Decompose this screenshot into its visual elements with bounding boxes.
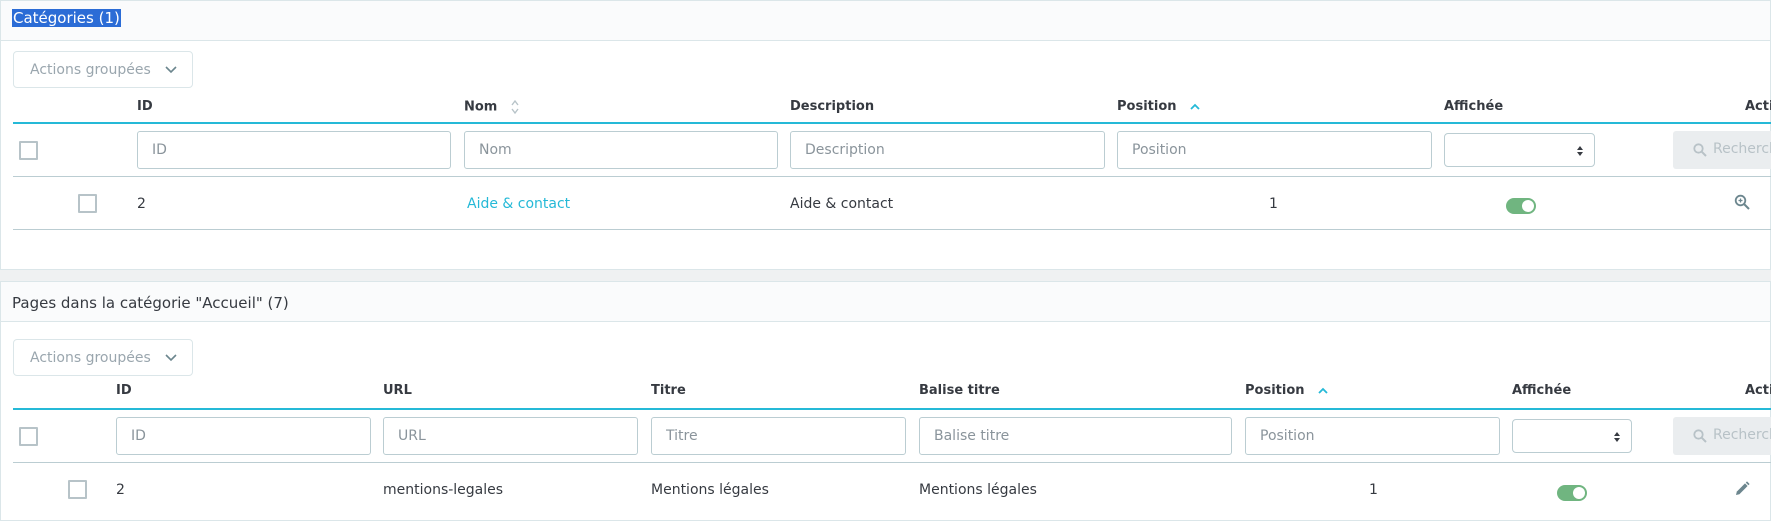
filter-search-button[interactable]: Recherch <box>1673 131 1771 169</box>
row-divider <box>13 462 1771 463</box>
filter-position-input[interactable] <box>1117 131 1432 169</box>
chevron-down-icon <box>165 354 177 362</box>
categories-card: Catégories (1) Actions groupées ID Nom D… <box>0 0 1771 270</box>
card-separator <box>0 270 1771 281</box>
sort-ascending-icon[interactable] <box>1189 102 1201 112</box>
row-displayed-toggle[interactable] <box>1506 198 1536 214</box>
bulk-actions-label: Actions groupées <box>30 62 151 78</box>
column-header-name[interactable]: Nom <box>464 99 520 115</box>
sort-ascending-icon[interactable] <box>1317 386 1329 396</box>
filter-url-input[interactable] <box>383 417 638 455</box>
pages-title: Pages dans la catégorie "Accueil" (7) <box>12 294 289 312</box>
bulk-actions-label: Actions groupées <box>30 350 151 366</box>
search-button-label: Recherch <box>1713 141 1771 157</box>
select-arrows-icon <box>1614 432 1620 442</box>
column-header-displayed[interactable]: Affichée <box>1512 383 1571 398</box>
row-url: mentions-legales <box>383 482 504 498</box>
categories-bulk-actions-button[interactable]: Actions groupées <box>13 51 193 88</box>
categories-title: Catégories (1) <box>12 9 121 27</box>
filter-displayed-select[interactable] <box>1444 133 1595 167</box>
row-id: 2 <box>116 482 125 498</box>
column-header-actions: Acti <box>1745 99 1771 114</box>
column-header-actions: Acti <box>1745 383 1771 398</box>
column-header-name-label: Nom <box>464 99 498 115</box>
select-all-checkbox[interactable] <box>19 427 38 446</box>
row-meta-title: Mentions légales <box>919 482 1037 498</box>
column-header-description[interactable]: Description <box>790 99 874 114</box>
row-name-link[interactable]: Aide & contact <box>467 196 570 212</box>
filter-displayed-select[interactable] <box>1512 419 1632 453</box>
pages-bulk-actions-button[interactable]: Actions groupées <box>13 339 193 376</box>
sort-icon[interactable] <box>510 99 520 115</box>
filter-search-button[interactable]: Recherch <box>1673 417 1771 455</box>
view-icon[interactable] <box>1734 194 1750 210</box>
select-all-checkbox[interactable] <box>19 141 38 160</box>
row-checkbox[interactable] <box>68 480 87 499</box>
row-id: 2 <box>137 196 146 212</box>
select-arrows-icon <box>1577 146 1583 156</box>
row-title: Mentions légales <box>651 482 769 498</box>
row-checkbox[interactable] <box>78 194 97 213</box>
pages-card: Pages dans la catégorie "Accueil" (7) Ac… <box>0 281 1771 521</box>
row-position[interactable]: 1 <box>1369 482 1378 498</box>
column-header-displayed[interactable]: Affichée <box>1444 99 1503 114</box>
row-position[interactable]: 1 <box>1269 196 1278 212</box>
column-header-id[interactable]: ID <box>137 99 153 114</box>
categories-card-header: Catégories (1) <box>1 1 1770 41</box>
search-button-label: Recherch <box>1713 427 1771 443</box>
chevron-down-icon <box>165 66 177 74</box>
edit-pencil-icon[interactable] <box>1734 481 1750 497</box>
filter-position-input[interactable] <box>1245 417 1500 455</box>
filter-name-input[interactable] <box>464 131 778 169</box>
filter-title-input[interactable] <box>651 417 906 455</box>
search-icon <box>1693 429 1707 443</box>
search-icon <box>1693 143 1707 157</box>
column-header-title[interactable]: Titre <box>651 383 686 398</box>
column-header-position-label: Position <box>1245 383 1305 398</box>
header-underline <box>13 122 1771 124</box>
pages-card-header: Pages dans la catégorie "Accueil" (7) <box>1 282 1770 322</box>
column-header-position[interactable]: Position <box>1245 383 1329 398</box>
header-underline <box>13 408 1771 410</box>
column-header-meta-title[interactable]: Balise titre <box>919 383 1000 398</box>
row-divider <box>13 176 1771 177</box>
filter-id-input[interactable] <box>116 417 371 455</box>
filter-id-input[interactable] <box>137 131 451 169</box>
column-header-position[interactable]: Position <box>1117 99 1201 114</box>
filter-description-input[interactable] <box>790 131 1105 169</box>
column-header-position-label: Position <box>1117 99 1177 114</box>
column-header-url[interactable]: URL <box>383 383 412 398</box>
row-description: Aide & contact <box>790 196 894 212</box>
filter-meta-title-input[interactable] <box>919 417 1232 455</box>
row-displayed-toggle[interactable] <box>1557 485 1587 501</box>
column-header-id[interactable]: ID <box>116 383 132 398</box>
row-divider <box>13 229 1771 230</box>
